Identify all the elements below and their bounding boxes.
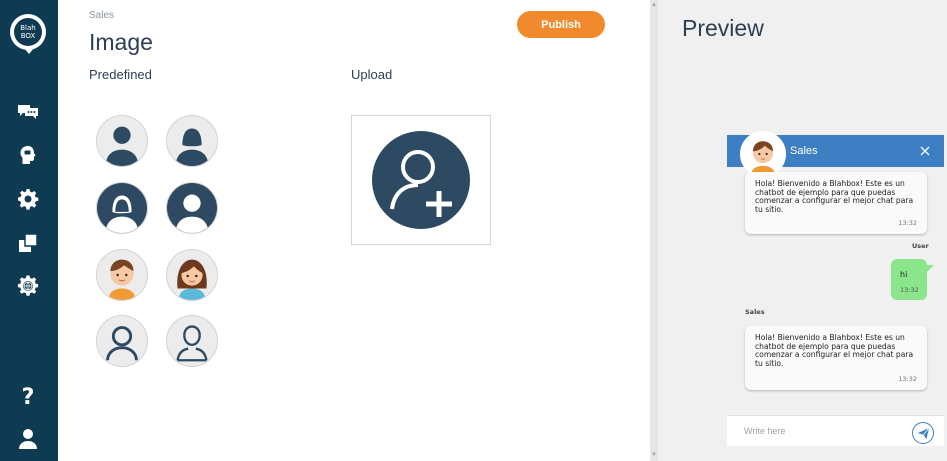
avatar-option-outline-person[interactable] [166,315,218,367]
scroll-down-arrow-icon[interactable]: ▼ [651,452,657,458]
blahbox-logo[interactable]: Blah BOX [10,14,46,54]
publish-button[interactable]: Publish [517,11,605,38]
message-time: 13:32 [900,286,919,294]
avatar-option-man-silhouette[interactable] [96,115,148,167]
bot-message: Hola! Bienvenido a Blahbox! Este es un c… [745,172,927,234]
chat-bot-name: Sales [790,145,818,157]
help-icon[interactable]: ? [14,382,42,410]
chat-message-input[interactable] [744,423,904,439]
preview-scrollbar[interactable] [650,0,658,461]
page-title: Image [89,29,153,55]
logo-text-line2: BOX [20,32,36,40]
message-text: Hola! Bienvenido a Blahbox! Este es un c… [755,179,914,214]
message-time: 13:32 [898,375,917,384]
message-time: 13:32 [898,219,917,228]
breadcrumb[interactable]: Sales [89,10,114,21]
gear-icon[interactable] [14,185,42,213]
avatar-option-man-dark[interactable] [166,182,218,234]
user-icon[interactable] [14,425,42,453]
avatar-option-woman-silhouette[interactable] [166,115,218,167]
upload-label: Upload [351,67,393,82]
sidebar: Blah BOX ? [0,0,58,461]
scroll-up-arrow-icon[interactable]: ▲ [651,2,657,8]
head-bubble-icon[interactable] [14,141,42,169]
upload-image-box[interactable] [351,115,491,245]
logo-text-line1: Blah [20,24,36,32]
bot-avatar [740,131,786,177]
preview-title: Preview [682,15,764,41]
add-user-icon [372,131,470,229]
bot-message: Hola! Bienvenido a Blahbox! Este es un c… [745,326,927,390]
message-text: hi [900,270,908,279]
globe-gear-icon[interactable] [14,272,42,300]
user-message: hi 13:32 [891,259,927,300]
avatar-option-girl-cartoon[interactable] [166,249,218,301]
predefined-label: Predefined [89,67,152,82]
avatar-option-boy-cartoon[interactable] [96,249,148,301]
send-button[interactable] [912,422,934,444]
message-text: Hola! Bienvenido a Blahbox! Este es un c… [755,333,914,368]
avatar-option-woman-dark[interactable] [96,182,148,234]
chat-bubbles-icon[interactable] [14,97,42,125]
sender-label-user: User [912,242,929,250]
squares-icon[interactable] [14,229,42,257]
sender-label-bot: Sales [745,308,765,316]
close-icon[interactable] [918,144,932,158]
send-icon [917,427,930,439]
user-bubble-tail [926,265,934,273]
avatar-option-outline-man[interactable] [96,315,148,367]
svg-text:?: ? [22,385,35,408]
